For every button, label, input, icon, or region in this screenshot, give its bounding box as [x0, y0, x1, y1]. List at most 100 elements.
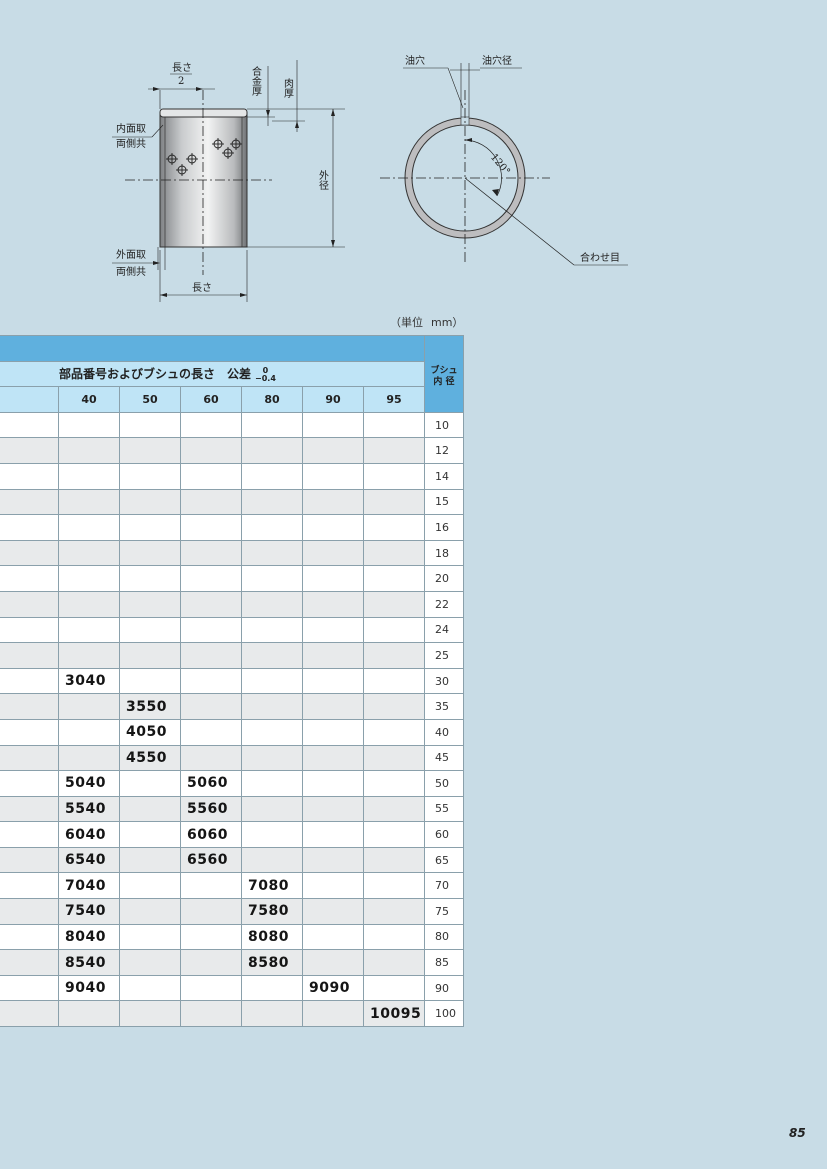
part-number-cell	[302, 488, 364, 516]
row-leading-cell	[0, 539, 59, 567]
row-leading-cell	[0, 693, 59, 720]
part-number-cell	[302, 642, 364, 669]
bush-inner-diameter-cell: 90	[424, 974, 464, 1002]
part-number-cell	[58, 616, 120, 644]
half-length-divisor: 2	[178, 76, 184, 87]
part-number-cell	[302, 693, 364, 720]
oil-hole-label: 油穴	[405, 54, 425, 67]
part-number-cell	[180, 872, 242, 900]
part-number-cell	[302, 590, 364, 618]
part-number-cell	[180, 974, 242, 1002]
part-number-cell	[58, 1000, 120, 1028]
part-number-cell	[363, 462, 425, 490]
table-row: 7540 7580 75	[0, 898, 464, 925]
outer-chamfer-label: 外面取	[116, 249, 146, 261]
part-number-cell	[241, 795, 303, 823]
part-number-cell: 8580	[241, 949, 303, 976]
part-number-cell: 8540	[58, 949, 120, 976]
part-number-cell	[119, 488, 181, 516]
part-number-cell	[302, 539, 364, 567]
bush-inner-diameter-cell: 20	[424, 565, 464, 592]
part-number-cell: 6040	[58, 821, 120, 848]
bush-inner-diameter-cell: 60	[424, 821, 464, 848]
part-number-cell	[363, 411, 425, 439]
row-leading-cell	[0, 462, 59, 490]
part-number-cell	[58, 693, 120, 720]
part-number-cell	[58, 539, 120, 567]
part-number-cell	[180, 949, 242, 976]
part-number-cell	[119, 565, 181, 592]
part-number-cell	[180, 898, 242, 925]
part-number-cell	[119, 616, 181, 644]
part-number-cell	[363, 872, 425, 900]
part-number-cell: 5060	[180, 770, 242, 797]
row-leading-cell	[0, 514, 59, 541]
bush-inner-diameter-cell: 40	[424, 718, 464, 746]
part-number-cell	[302, 565, 364, 592]
part-number-cell	[119, 923, 181, 951]
bush-inner-diameter-cell: 18	[424, 539, 464, 567]
row-leading-cell	[0, 923, 59, 951]
part-number-cell	[241, 616, 303, 644]
table-row: 5540 5560 55	[0, 795, 464, 823]
part-number-cell	[58, 642, 120, 669]
part-number-cell	[119, 770, 181, 797]
row-leading-cell	[0, 718, 59, 746]
inner-chamfer-label: 内面取	[116, 122, 146, 135]
bushing-side-view: 長さ 2 合金厚 肉厚 内面取 両側共 外面取 両側共 長さ 外径	[112, 60, 345, 302]
part-number-cell	[241, 437, 303, 464]
part-number-cell	[119, 514, 181, 541]
part-number-cell	[363, 642, 425, 669]
part-number-cell	[302, 437, 364, 464]
length-label: 長さ	[192, 282, 212, 294]
part-number-cell	[241, 667, 303, 695]
part-number-cell	[241, 642, 303, 669]
table-row: 8040 8080 80	[0, 923, 464, 951]
part-number-cell	[302, 898, 364, 925]
unit-note: （単位 mm）	[390, 314, 463, 330]
part-number-cell	[302, 821, 364, 848]
bush-inner-diameter-cell: 30	[424, 667, 464, 695]
alloy-thickness-label: 合金厚	[250, 65, 262, 97]
row-leading-cell	[0, 770, 59, 797]
part-number-cell: 9040	[58, 974, 120, 1002]
part-number-cell	[363, 718, 425, 746]
part-number-cell	[180, 590, 242, 618]
part-number-cell	[119, 462, 181, 490]
part-number-cell	[58, 514, 120, 541]
part-number-cell	[180, 923, 242, 951]
length-header-50: 50	[119, 386, 181, 413]
part-number-cell	[302, 411, 364, 439]
table-row: 7040 7080 70	[0, 872, 464, 900]
bush-id-header: ブシュ 内 径	[424, 335, 464, 413]
part-number-cell	[302, 949, 364, 976]
part-number-cell: 3550	[119, 693, 181, 720]
table-row: 10095 100	[0, 1000, 464, 1028]
table-row: 16	[0, 514, 464, 541]
tolerance-lower: −0.4	[255, 373, 276, 383]
row-leading-cell	[0, 642, 59, 669]
part-number-cell	[119, 590, 181, 618]
bush-id-header-line1: ブシュ	[430, 365, 458, 376]
part-number-cell: 6060	[180, 821, 242, 848]
part-number-cell	[363, 488, 425, 516]
bush-inner-diameter-cell: 12	[424, 437, 464, 464]
part-number-cell	[241, 744, 303, 772]
table-row: 8540 8580 85	[0, 949, 464, 976]
length-header-40: 40	[58, 386, 120, 413]
bush-inner-diameter-cell: 70	[424, 872, 464, 900]
bush-inner-diameter-cell: 85	[424, 949, 464, 976]
table-row: 20	[0, 565, 464, 592]
part-number-cell	[241, 411, 303, 439]
row-leading-cell	[0, 898, 59, 925]
row-leading-cell	[0, 846, 59, 874]
row-leading-cell	[0, 590, 59, 618]
part-number-cell	[363, 514, 425, 541]
part-number-cell	[58, 744, 120, 772]
part-number-table: ブシュ 内 径 部品番号およびブシュの長さ 公差 0 −0.4 40 50 60 80 90…	[0, 335, 464, 1028]
bush-inner-diameter-cell: 100	[424, 1000, 464, 1028]
part-number-cell	[180, 411, 242, 439]
part-number-cell	[119, 846, 181, 874]
table-row: 18	[0, 539, 464, 567]
table-row: 24	[0, 616, 464, 644]
